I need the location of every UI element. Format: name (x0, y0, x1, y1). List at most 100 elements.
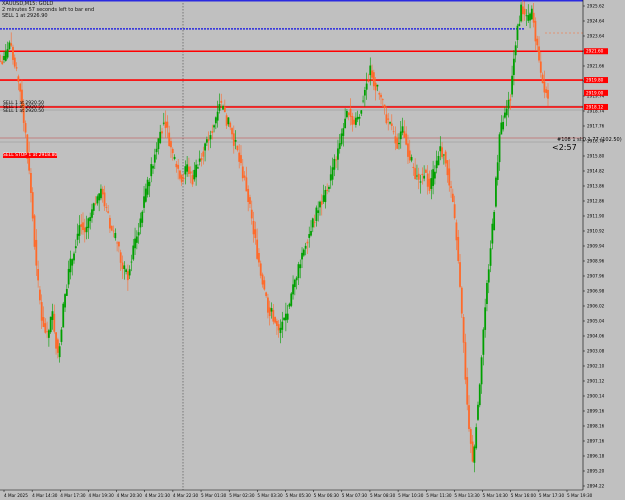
candle-body (243, 175, 246, 178)
candle-body (274, 317, 277, 323)
candle-body (459, 262, 461, 287)
x-tick-label: 5 Mar 05:30 (286, 493, 312, 498)
candle-body (223, 106, 226, 113)
candle-body (15, 67, 18, 69)
candle-body (538, 46, 540, 61)
candle-body (480, 357, 483, 385)
candle-body (487, 269, 490, 283)
candle-body (293, 279, 296, 288)
candle-body (101, 188, 104, 195)
candle-body (180, 175, 183, 183)
candle-body (547, 89, 549, 99)
candle-body (3, 55, 5, 60)
candle-body (267, 297, 269, 313)
candle-body (399, 131, 402, 140)
candle-body (195, 164, 198, 178)
candle-body (441, 147, 443, 158)
sell-stop-label[interactable]: SELL STOP 1 at 2918.80 (3, 153, 58, 158)
candle-body (302, 249, 305, 256)
candle-body (511, 75, 513, 95)
candle-body (252, 220, 255, 235)
y-tick-label: 2903.08 (587, 349, 605, 354)
bar-countdown: <2:57 (552, 143, 577, 152)
candle-body (407, 143, 409, 157)
candle-body (42, 317, 45, 327)
candle-body (17, 76, 20, 82)
price-chart[interactable]: 2925.622924.642923.642922.682921.662920.… (0, 0, 625, 500)
candle-body (518, 23, 521, 26)
price-tag-label: 2919.80 (586, 78, 604, 83)
candle-body (155, 148, 158, 153)
candle-body (292, 284, 294, 295)
candle-body (410, 157, 413, 161)
candle-body (288, 303, 291, 307)
trade-tag[interactable]: SELL 1 at 2920.50 (3, 109, 44, 114)
candle-body (433, 171, 436, 179)
candle-body (371, 70, 373, 78)
candle-body (313, 221, 316, 223)
candle-body (534, 20, 537, 42)
candle-body (12, 46, 14, 60)
candle-body (55, 332, 57, 349)
candle-body (478, 384, 481, 406)
candle-body (412, 166, 415, 169)
candle-body (137, 232, 140, 236)
candle-body (107, 211, 110, 213)
candle-body (254, 229, 257, 239)
candle-body (319, 201, 321, 208)
candle-body (65, 288, 68, 296)
candle-body (363, 89, 366, 96)
candle-body (493, 211, 496, 231)
y-tick-label: 2902.10 (587, 364, 605, 369)
candle-body (491, 223, 494, 244)
candle-body (191, 175, 194, 185)
candle-body (166, 121, 169, 128)
candle-body (426, 173, 429, 187)
candle-body (250, 209, 253, 219)
candle-body (387, 118, 390, 120)
candle-body (114, 232, 117, 239)
candle-body (421, 173, 424, 175)
candle-body (24, 123, 27, 133)
candle-body (35, 239, 38, 266)
candle-body (179, 170, 181, 179)
candle-body (220, 100, 223, 103)
candle-body (184, 166, 187, 175)
x-tick-label: 5 Mar 07:30 (342, 493, 368, 498)
candle-body (394, 136, 397, 144)
candle-body (118, 241, 120, 247)
candle-body (283, 317, 285, 320)
candle-body (376, 84, 379, 87)
y-tick-label: 2901.12 (587, 379, 605, 384)
candle-body (150, 164, 153, 177)
candle-body (468, 405, 470, 430)
y-tick-label: 2906.98 (587, 289, 605, 294)
candle-body (171, 148, 174, 154)
candle-body (477, 404, 479, 420)
candle-body (432, 169, 434, 186)
candle-body (105, 206, 108, 208)
candle-body (320, 201, 323, 205)
x-tick-label: 5 Mar 08:30 (370, 493, 396, 498)
candle-body (380, 94, 382, 98)
candle-body (351, 115, 354, 125)
candle-body (141, 211, 144, 223)
candle-body (85, 226, 88, 233)
candle-body (263, 280, 266, 290)
y-tick-label: 2894.22 (587, 484, 605, 489)
candle-body (157, 138, 160, 150)
candle-body (419, 181, 422, 183)
candle-body (53, 313, 56, 332)
candle-body (256, 239, 259, 259)
candle-body (49, 316, 52, 333)
candle-body (4, 51, 7, 61)
candle-body (153, 154, 156, 163)
candle-body (539, 61, 542, 73)
candle-body (512, 58, 515, 75)
candle-body (331, 167, 334, 180)
candle-body (146, 179, 149, 195)
candle-body (128, 269, 131, 276)
candle-body (484, 307, 487, 330)
candle-body (496, 162, 499, 180)
price-tag-label: 2918.12 (586, 104, 604, 109)
